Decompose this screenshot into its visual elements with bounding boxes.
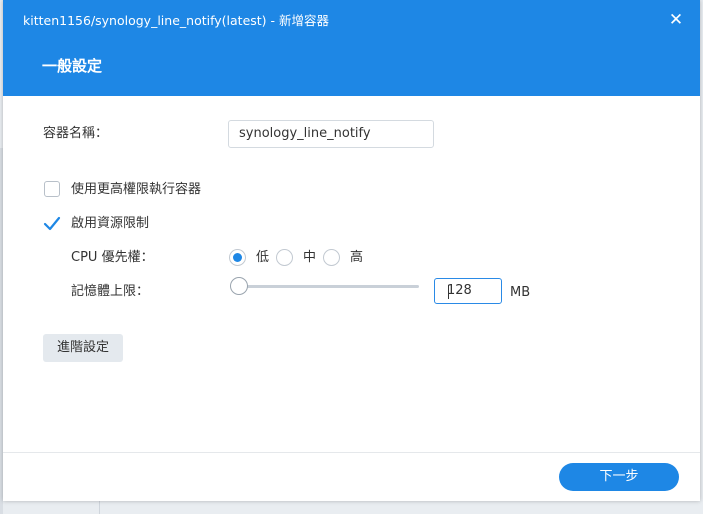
cpu-radio-high[interactable] [323, 249, 340, 266]
dialog-header: kitten1156/synology_line_notify(latest) … [3, 0, 700, 96]
memory-input[interactable]: 128 [434, 278, 502, 304]
cpu-option-high-label: 高 [350, 250, 364, 265]
cpu-radio-low[interactable] [229, 249, 246, 266]
background-divider [99, 500, 100, 514]
memory-unit-label: MB [510, 285, 531, 300]
footer-divider [3, 452, 700, 453]
memory-limit-label: 記憶體上限： [71, 284, 150, 299]
container-name-input[interactable]: synology_line_notify [228, 120, 434, 148]
advanced-settings-button[interactable]: 進階設定 [43, 334, 123, 362]
memory-slider-handle[interactable] [230, 277, 248, 295]
resource-limit-label: 啟用資源限制 [71, 216, 150, 231]
cpu-option-medium-label: 中 [303, 250, 317, 265]
create-container-dialog: kitten1156/synology_line_notify(latest) … [3, 0, 700, 501]
close-icon[interactable]: ✕ [666, 9, 686, 31]
privileged-label: 使用更高權限執行容器 [71, 182, 202, 197]
next-button[interactable]: 下一步 [559, 463, 679, 491]
privileged-checkbox[interactable] [44, 181, 60, 197]
cpu-radio-medium[interactable] [276, 249, 293, 266]
text-cursor [448, 285, 449, 299]
memory-slider-track[interactable] [239, 285, 419, 288]
resource-limit-checkbox[interactable] [42, 215, 62, 233]
cpu-priority-label: CPU 優先權： [71, 250, 154, 265]
cpu-option-low-label: 低 [256, 250, 270, 265]
container-name-label: 容器名稱： [43, 126, 109, 141]
section-title: 一般設定 [42, 57, 103, 75]
dialog-title: kitten1156/synology_line_notify(latest) … [23, 13, 330, 28]
